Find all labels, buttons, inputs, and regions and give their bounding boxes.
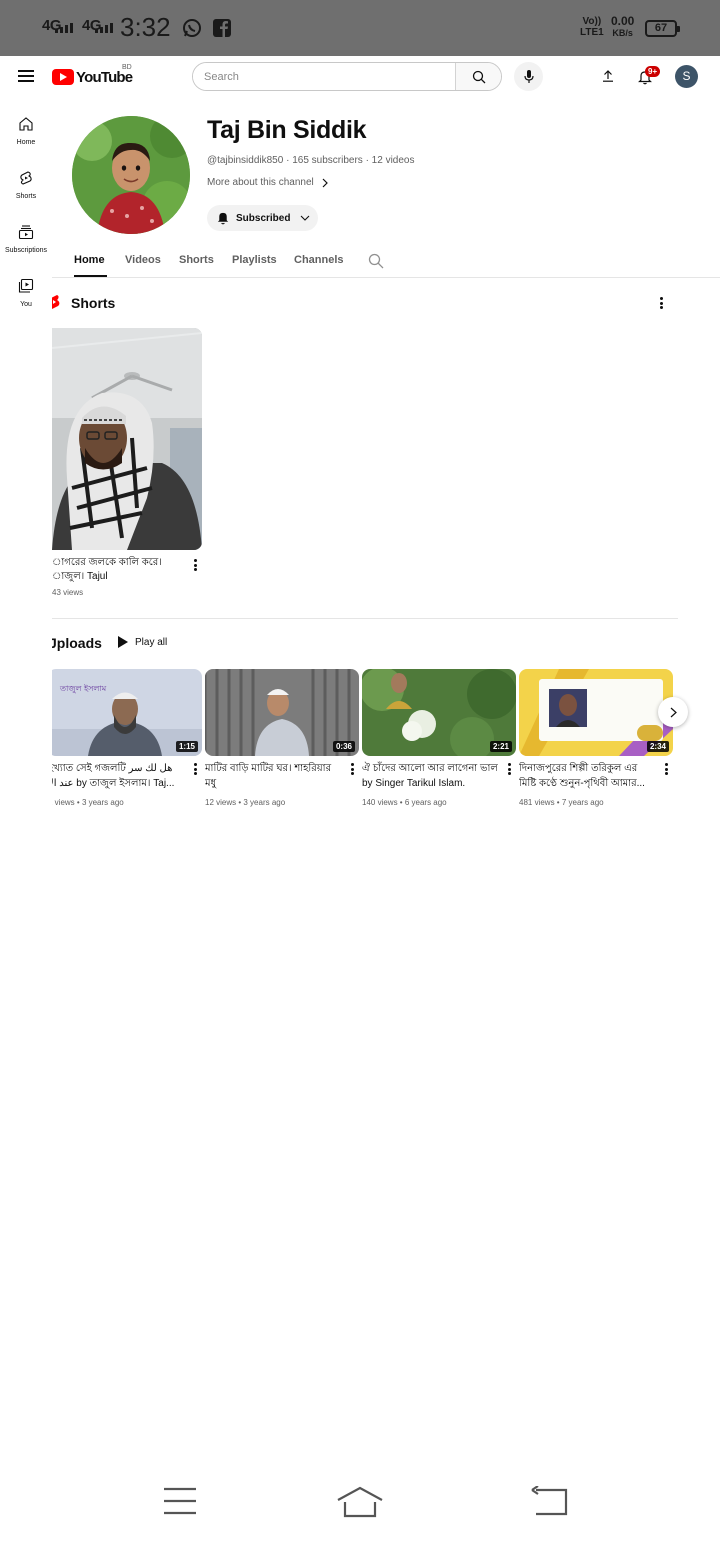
video-thumbnail[interactable]: 0:36	[205, 669, 359, 756]
play-all-button[interactable]: Play all	[118, 636, 167, 648]
short-menu-button[interactable]	[190, 558, 200, 572]
system-navigation-bar	[0, 1460, 720, 1544]
chevron-down-icon	[301, 215, 310, 221]
microphone-icon	[523, 69, 534, 83]
tab-shorts[interactable]: Shorts	[179, 254, 214, 266]
play-icon	[118, 636, 128, 648]
video-menu-button[interactable]	[661, 762, 671, 776]
signal-icon	[95, 23, 113, 33]
bell-icon	[217, 212, 229, 225]
home-nav-icon[interactable]	[336, 1486, 384, 1518]
search-box	[192, 62, 502, 91]
signal-icon	[55, 23, 73, 33]
notification-badge: 9+	[645, 66, 661, 77]
video-meta: 12 views • 3 years ago	[205, 798, 286, 807]
chevron-right-icon	[670, 707, 677, 717]
short-title[interactable]: াগরের জলকে কালি করে। াজুল। Tajul	[52, 556, 184, 584]
subscriptions-icon	[18, 225, 34, 240]
video-menu-button[interactable]	[347, 762, 357, 776]
video-thumbnail[interactable]: 2:34	[519, 669, 673, 756]
video-title[interactable]: মাটির বাড়ি মাটির ঘর। শাহরিয়ার মধু	[205, 761, 343, 791]
next-arrow-button[interactable]	[658, 697, 688, 727]
video-meta: 481 views • 7 years ago	[519, 798, 604, 807]
channel-name: Taj Bin Siddik	[207, 116, 367, 144]
video-title[interactable]: হখ্যাত সেই গজলটি هل لك سر عند الا by তাজ…	[52, 761, 186, 791]
menu-button[interactable]	[18, 70, 34, 82]
video-duration: 2:34	[646, 741, 669, 752]
sidebar-item-subscriptions[interactable]: Subscriptions	[0, 212, 52, 260]
you-icon	[18, 278, 34, 293]
shorts-section-title: Shorts	[71, 295, 116, 311]
top-bar: YouTube BD 9+ S	[0, 56, 720, 98]
video-duration: 1:15	[175, 741, 198, 752]
shorts-icon	[20, 171, 32, 185]
upload-icon	[603, 70, 613, 82]
short-thumbnail[interactable]	[52, 328, 202, 550]
video-menu-button[interactable]	[504, 762, 514, 776]
channel-tabs: Home Videos Shorts Playlists Channels	[52, 244, 720, 278]
sidebar-item-you[interactable]: You	[0, 266, 52, 314]
volte-indicator: Vo)) LTE1	[580, 16, 604, 38]
status-bar: 4G 4G 3:32 Vo)) LTE1 0.00 KB/s 67	[0, 0, 720, 56]
clock: 3:32	[120, 12, 171, 42]
video-meta: 2 views • 3 years ago	[52, 798, 124, 807]
video-thumbnail[interactable]: তাজুল ইসলাম 1:15	[52, 669, 202, 756]
video-thumbnail[interactable]: 2:21	[362, 669, 516, 756]
whatsapp-icon	[183, 19, 201, 37]
channel-meta: @tajbinsiddik850 · 165 subscribers · 12 …	[207, 155, 415, 166]
home-icon	[19, 117, 33, 131]
facebook-icon	[213, 19, 231, 37]
channel-avatar-image	[72, 116, 190, 234]
tab-channels[interactable]: Channels	[294, 254, 344, 266]
shorts-logo-icon	[52, 295, 60, 309]
video-meta: 140 views • 6 years ago	[362, 798, 447, 807]
uploads-section-title: Jploads	[52, 635, 102, 651]
chevron-right-icon	[322, 178, 328, 187]
sidebar-item-home[interactable]: Home	[0, 104, 52, 152]
search-button[interactable]	[455, 63, 501, 90]
youtube-play-icon	[52, 69, 74, 85]
active-tab-indicator	[74, 275, 107, 277]
video-duration: 2:21	[489, 741, 512, 752]
svg-text:তাজুল ইসলাম: তাজুল ইসলাম	[59, 684, 107, 693]
video-title[interactable]: দিনাজপুরের শিল্পী তরিকুল এর মিষ্টি কণ্ঠে…	[519, 761, 657, 791]
search-icon	[472, 70, 485, 83]
shorts-section-menu-button[interactable]	[656, 296, 666, 310]
video-duration: 0:36	[332, 741, 355, 752]
video-title[interactable]: ঐ চাঁদের আলো আর লাগেনা ভাল by Singer Tar…	[362, 761, 500, 791]
subscribed-button[interactable]: Subscribed	[207, 205, 318, 231]
short-thumbnail-image	[52, 328, 202, 550]
tab-videos[interactable]: Videos	[125, 254, 161, 266]
search-input[interactable]	[193, 63, 455, 90]
tab-playlists[interactable]: Playlists	[232, 254, 277, 266]
youtube-logo[interactable]: YouTube BD	[52, 64, 133, 86]
network-speed: 0.00 KB/s	[611, 14, 635, 38]
country-code: BD	[122, 64, 132, 71]
more-about-channel-link[interactable]: More about this channel	[207, 177, 328, 188]
back-icon[interactable]	[530, 1486, 568, 1516]
channel-avatar[interactable]	[72, 116, 190, 234]
video-menu-button[interactable]	[190, 762, 200, 776]
voice-search-button[interactable]	[514, 62, 543, 91]
battery-icon: 67	[645, 20, 680, 37]
upload-button[interactable]	[598, 66, 618, 86]
channel-search-icon[interactable]	[368, 253, 384, 269]
tab-home[interactable]: Home	[74, 254, 105, 266]
recent-apps-icon[interactable]	[163, 1486, 197, 1516]
short-views: 43 views	[52, 588, 84, 597]
sidebar-item-shorts[interactable]: Shorts	[0, 158, 52, 206]
account-avatar[interactable]: S	[675, 65, 698, 88]
channel-content: Shorts াগরের জলকে কালি করে। াজুল। Tajul …	[52, 278, 720, 838]
section-divider	[52, 618, 678, 619]
